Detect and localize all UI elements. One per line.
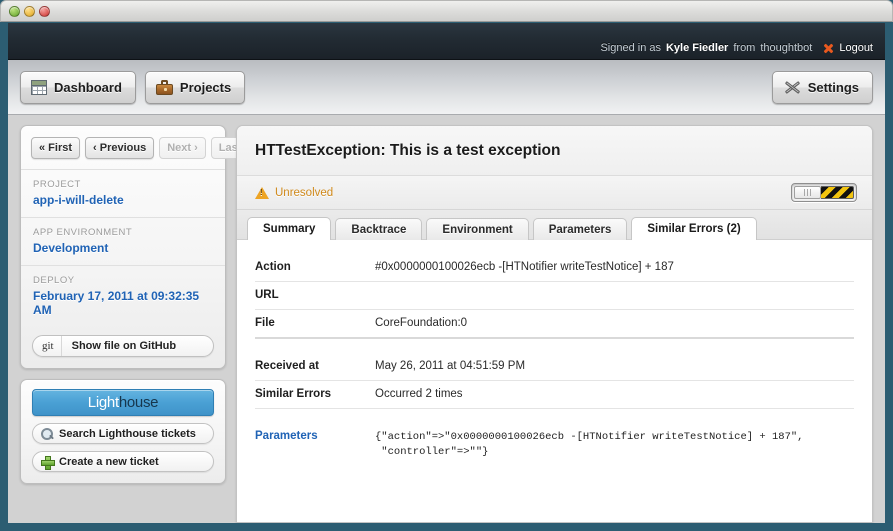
org-prefix: from [733,42,756,54]
window-close-button[interactable] [39,5,50,17]
detail-value-received-at: May 26, 2011 at 04:51:59 PM [375,360,526,372]
meta-deploy-label: DEPLOY [33,275,75,286]
detail-key-similar-errors: Similar Errors [255,388,332,400]
search-lighthouse-tickets-button[interactable]: Search Lighthouse tickets [32,423,214,444]
lighthouse-logo-part-b: house [118,394,159,411]
resolve-toggle[interactable] [791,183,857,202]
status-badge[interactable]: Unresolved [255,186,334,199]
nav-item-settings[interactable]: Settings [771,70,873,104]
pagination-next: Next › [159,137,206,159]
detail-row-file: File CoreFoundation:0 [255,310,854,339]
parameters-link[interactable]: Parameters [255,430,375,442]
nav-item-dashboard[interactable]: Dashboard [20,70,136,104]
warning-triangle-icon [255,186,269,199]
status-bar: Unresolved [237,176,872,210]
tab-bar: Summary Backtrace Environment Parameters… [237,210,872,240]
tools-icon [783,79,801,95]
title-bar [0,0,893,22]
briefcase-icon [155,79,173,95]
detail-value-action: #0x0000000100026ecb -[HTNotifier writeTe… [375,261,674,273]
summary-tab-panel: Action #0x0000000100026ecb -[HTNotifier … [237,240,872,469]
meta-project: PROJECT app-i-will-delete [21,169,225,217]
pagination-first[interactable]: « First [31,137,81,159]
detail-value-file: CoreFoundation:0 [375,317,468,329]
status-badge-label: Unresolved [275,186,334,199]
meta-project-value[interactable]: app-i-will-delete [33,193,213,207]
lighthouse-panel: Light house Search Lighthouse tickets Cre… [20,379,226,484]
detail-key-received-at: Received at [255,360,319,372]
sidebar-info-panel: « First ‹ Previous Next › Last » PROJECT… [20,125,259,369]
parameters-json-value: {"action"=>"0x0000000100026ecb -[HTNotif… [375,431,804,459]
git-tag-label: git [33,336,62,356]
hazard-stripes-icon [821,186,854,199]
signed-in-status: Signed in as Kyle Fiedler from thoughtbo… [600,42,873,54]
github-row: git Show file on GitHub [21,327,225,368]
search-lighthouse-tickets-label: Search Lighthouse tickets [59,427,196,440]
detail-key-action: Action [255,261,291,273]
lighthouse-logo[interactable]: Light house [32,389,214,416]
detail-row-parameters: Parameters {"action"=>"0x0000000100026ec… [255,423,854,468]
top-bar: Signed in as Kyle Fiedler from thoughtbo… [8,23,885,60]
detail-row-similar-errors: Similar Errors Occurred 2 times [255,381,854,409]
window-minimize-button[interactable] [9,5,20,17]
user-name: Kyle Fiedler [665,42,729,54]
meta-project-label: PROJECT [33,179,81,190]
page-title: HTTestException: This is a test exceptio… [255,142,561,159]
page-content: « First ‹ Previous Next › Last » PROJECT… [8,115,885,523]
nav-item-settings-label: Settings [807,79,859,95]
main-panel: HTTestException: This is a test exceptio… [236,125,873,523]
meta-app-environment-label: APP ENVIRONMENT [33,227,133,238]
grid-icon [31,79,47,95]
pagination: « First ‹ Previous Next › Last » [21,126,259,169]
tab-similar-errors[interactable]: Similar Errors (2) [631,217,757,240]
nav-item-projects-label: Projects [179,79,232,95]
section-spacer-2 [255,409,854,423]
pagination-previous[interactable]: ‹ Previous [85,137,155,159]
create-new-ticket-button[interactable]: Create a new ticket [32,451,214,472]
meta-deploy: DEPLOY February 17, 2011 at 09:32:35 AM [21,265,225,327]
main-nav-bar: Dashboard Projects Settings [8,60,885,115]
tab-summary[interactable]: Summary [247,217,332,240]
signed-in-prefix: Signed in as [600,42,661,54]
nav-item-dashboard-label: Dashboard [54,79,122,95]
tab-environment[interactable]: Environment [426,218,529,240]
detail-row-url: URL [255,282,854,310]
app-viewport: Signed in as Kyle Fiedler from thoughtbo… [8,23,885,523]
plus-icon [41,455,55,470]
tab-backtrace[interactable]: Backtrace [335,218,423,240]
meta-app-environment: APP ENVIRONMENT Development [21,217,225,265]
error-header: HTTestException: This is a test exceptio… [237,126,872,176]
window-frame: Signed in as Kyle Fiedler from thoughtbo… [0,0,893,531]
github-button-label: Show file on GitHub [71,340,177,352]
toggle-knob [794,186,821,199]
detail-row-received-at: Received at May 26, 2011 at 04:51:59 PM [255,353,854,381]
show-file-on-github-button[interactable]: git Show file on GitHub [32,335,214,357]
meta-app-environment-value[interactable]: Development [33,241,213,255]
close-x-icon [823,43,834,54]
meta-deploy-value[interactable]: February 17, 2011 at 09:32:35 AM [33,289,213,317]
lighthouse-logo-part-a: Light [87,394,119,411]
detail-key-file: File [255,317,275,329]
org-name: thoughtbot [760,42,813,54]
tab-parameters[interactable]: Parameters [532,218,628,240]
create-new-ticket-label: Create a new ticket [59,455,159,468]
logout-link[interactable]: Logout [839,42,873,54]
sidebar: « First ‹ Previous Next › Last » PROJECT… [20,125,259,523]
detail-key-url: URL [255,289,279,301]
magnifier-icon [41,427,53,440]
window-zoom-button[interactable] [24,5,35,17]
detail-value-similar-errors: Occurred 2 times [375,388,463,400]
nav-item-projects[interactable]: Projects [144,70,246,104]
detail-row-action: Action #0x0000000100026ecb -[HTNotifier … [255,254,854,282]
